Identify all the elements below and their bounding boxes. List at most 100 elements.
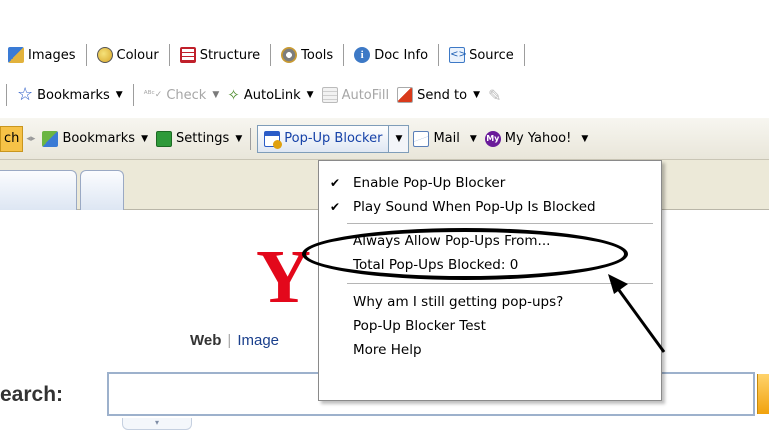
- menu-item-why-popups[interactable]: Why am I still getting pop-ups?: [319, 290, 661, 314]
- mail-label: Mail: [433, 131, 460, 146]
- tools-label: Tools: [301, 47, 334, 63]
- mail-button[interactable]: Mail ▼: [409, 129, 480, 149]
- toolbar-yahoo: ch ◂▸ Bookmarks ▼ Settings ▼ Pop-Up Bloc…: [0, 118, 769, 160]
- settings-icon: [156, 130, 172, 147]
- send-to-label: Send to: [417, 87, 468, 103]
- star-icon: ☆: [17, 84, 34, 105]
- search-options-dropdown[interactable]: ▾: [122, 418, 192, 430]
- images-icon: [8, 47, 24, 63]
- menu-item-label: Total Pop-Ups Blocked: 0: [353, 257, 519, 273]
- chevron-down-icon: ▼: [141, 133, 148, 144]
- send-to-icon: [397, 87, 414, 103]
- menu-item-always-allow-popups[interactable]: Always Allow Pop-Ups From...: [319, 229, 661, 253]
- tools-icon: [281, 47, 298, 63]
- toolbar-web-developer: Images Colour Structure Tools i Doc Info…: [0, 38, 769, 72]
- spell-check-button[interactable]: ᴬᴮᶜ✓ Check ▼: [140, 85, 224, 105]
- structure-label: Structure: [199, 47, 261, 63]
- search-tab-web[interactable]: Web: [190, 332, 221, 349]
- toolbar-grip-icon: ◂▸: [26, 133, 36, 144]
- colour-icon: [96, 47, 113, 63]
- source-label: Source: [469, 47, 514, 63]
- menu-item-total-popups-blocked: Total Pop-Ups Blocked: 0: [319, 253, 661, 277]
- chevron-down-icon: ▼: [306, 90, 314, 100]
- colour-label: Colour: [116, 47, 159, 63]
- chevron-down-icon: ▼: [235, 133, 243, 144]
- structure-icon: [179, 47, 196, 63]
- toolbar-separator: [438, 44, 440, 66]
- toolbar-separator: [343, 44, 345, 66]
- toolbar-separator: [6, 84, 7, 106]
- menu-item-enable-popup-blocker[interactable]: ✔ Enable Pop-Up Blocker: [319, 171, 661, 195]
- popup-blocker-label: Pop-Up Blocker: [284, 131, 383, 146]
- menu-item-popup-blocker-test[interactable]: Pop-Up Blocker Test: [319, 314, 661, 338]
- menu-separator: [347, 283, 653, 284]
- doc-info-icon: i: [354, 47, 371, 63]
- source-menu-button[interactable]: <> Source: [445, 45, 518, 65]
- chevron-down-icon: ▼: [581, 133, 589, 144]
- toolbar-separator: [270, 44, 272, 66]
- doc-info-menu-button[interactable]: i Doc Info: [350, 45, 432, 65]
- check-label: Check: [166, 87, 207, 103]
- browser-tab-active[interactable]: [0, 170, 77, 210]
- popup-blocker-dropdown-toggle[interactable]: ▼: [389, 124, 410, 153]
- pencil-icon: ✎: [488, 85, 502, 105]
- tools-menu-button[interactable]: Tools: [277, 45, 337, 65]
- bookmarks-label: Bookmarks: [37, 87, 110, 103]
- images-menu-button[interactable]: Images: [4, 45, 80, 65]
- search-tab-images[interactable]: Image: [237, 332, 279, 349]
- search-submit-button[interactable]: [757, 374, 769, 414]
- menu-item-label: Always Allow Pop-Ups From...: [353, 233, 551, 249]
- mail-icon: [413, 130, 430, 147]
- doc-info-label: Doc Info: [374, 47, 429, 63]
- chevron-down-icon: ▼: [473, 90, 480, 100]
- popup-window-icon: [264, 130, 283, 149]
- menu-item-more-help[interactable]: More Help: [319, 338, 661, 362]
- highlighter-button[interactable]: ✎: [484, 84, 505, 107]
- search-fragment-label: ch: [4, 131, 20, 146]
- my-yahoo-icon: My: [484, 130, 501, 147]
- chevron-down-icon: ▼: [212, 90, 220, 100]
- popup-blocker-button[interactable]: Pop-Up Blocker: [257, 124, 390, 153]
- menu-item-label: Pop-Up Blocker Test: [353, 318, 486, 334]
- settings-button[interactable]: Settings ▼: [152, 129, 246, 149]
- menu-separator: [347, 223, 653, 224]
- my-yahoo-label: My Yahoo!: [504, 131, 572, 146]
- tab-divider: |: [227, 332, 232, 349]
- autofill-button[interactable]: AutoFill: [318, 85, 394, 105]
- colour-menu-button[interactable]: Colour: [93, 45, 163, 65]
- toolbar-separator: [250, 127, 252, 150]
- yahoo-bookmarks-label: Bookmarks: [62, 131, 136, 146]
- search-button-fragment[interactable]: ch: [0, 125, 24, 152]
- menu-item-label: Why am I still getting pop-ups?: [353, 294, 564, 310]
- menu-item-label: More Help: [353, 342, 422, 358]
- menu-item-play-sound[interactable]: ✔ Play Sound When Pop-Up Is Blocked: [319, 195, 661, 219]
- autolink-label: AutoLink: [243, 87, 301, 103]
- browser-tab-new[interactable]: [80, 170, 124, 210]
- settings-label: Settings: [176, 131, 230, 146]
- popup-blocker-menu: ✔ Enable Pop-Up Blocker ✔ Play Sound Whe…: [318, 160, 662, 401]
- chevron-down-icon: ▼: [395, 133, 403, 144]
- yahoo-bookmarks-button[interactable]: Bookmarks ▼: [38, 129, 152, 149]
- toolbar-separator: [132, 84, 134, 106]
- menu-item-label: Play Sound When Pop-Up Is Blocked: [353, 199, 596, 215]
- chevron-down-icon: ▼: [115, 90, 123, 100]
- autolink-button[interactable]: ✧ AutoLink ▼: [223, 84, 317, 106]
- structure-menu-button[interactable]: Structure: [176, 45, 264, 65]
- search-label: earch:: [0, 383, 64, 406]
- magic-wand-icon: ✧: [227, 86, 240, 104]
- bookmarks-dropdown-button[interactable]: ☆ Bookmarks ▼: [13, 85, 127, 105]
- my-yahoo-button[interactable]: My My Yahoo! ▼: [481, 129, 592, 149]
- bookmark-add-icon: [42, 130, 59, 147]
- autofill-icon: [321, 87, 338, 103]
- toolbar-separator: [168, 44, 170, 66]
- source-icon: <>: [449, 47, 467, 63]
- toolbar-google: ☆ Bookmarks ▼ ᴬᴮᶜ✓ Check ▼ ✧ AutoLink ▼ …: [0, 72, 769, 118]
- menu-item-label: Enable Pop-Up Blocker: [353, 175, 506, 191]
- chevron-down-icon: ▼: [469, 133, 477, 144]
- send-to-button[interactable]: Send to ▼: [393, 85, 484, 105]
- images-label: Images: [28, 47, 76, 63]
- autofill-label: AutoFill: [341, 87, 390, 103]
- search-type-tabs: Web | Image: [190, 332, 279, 349]
- toolbar-separator: [85, 44, 87, 66]
- toolbar-separator: [523, 44, 525, 66]
